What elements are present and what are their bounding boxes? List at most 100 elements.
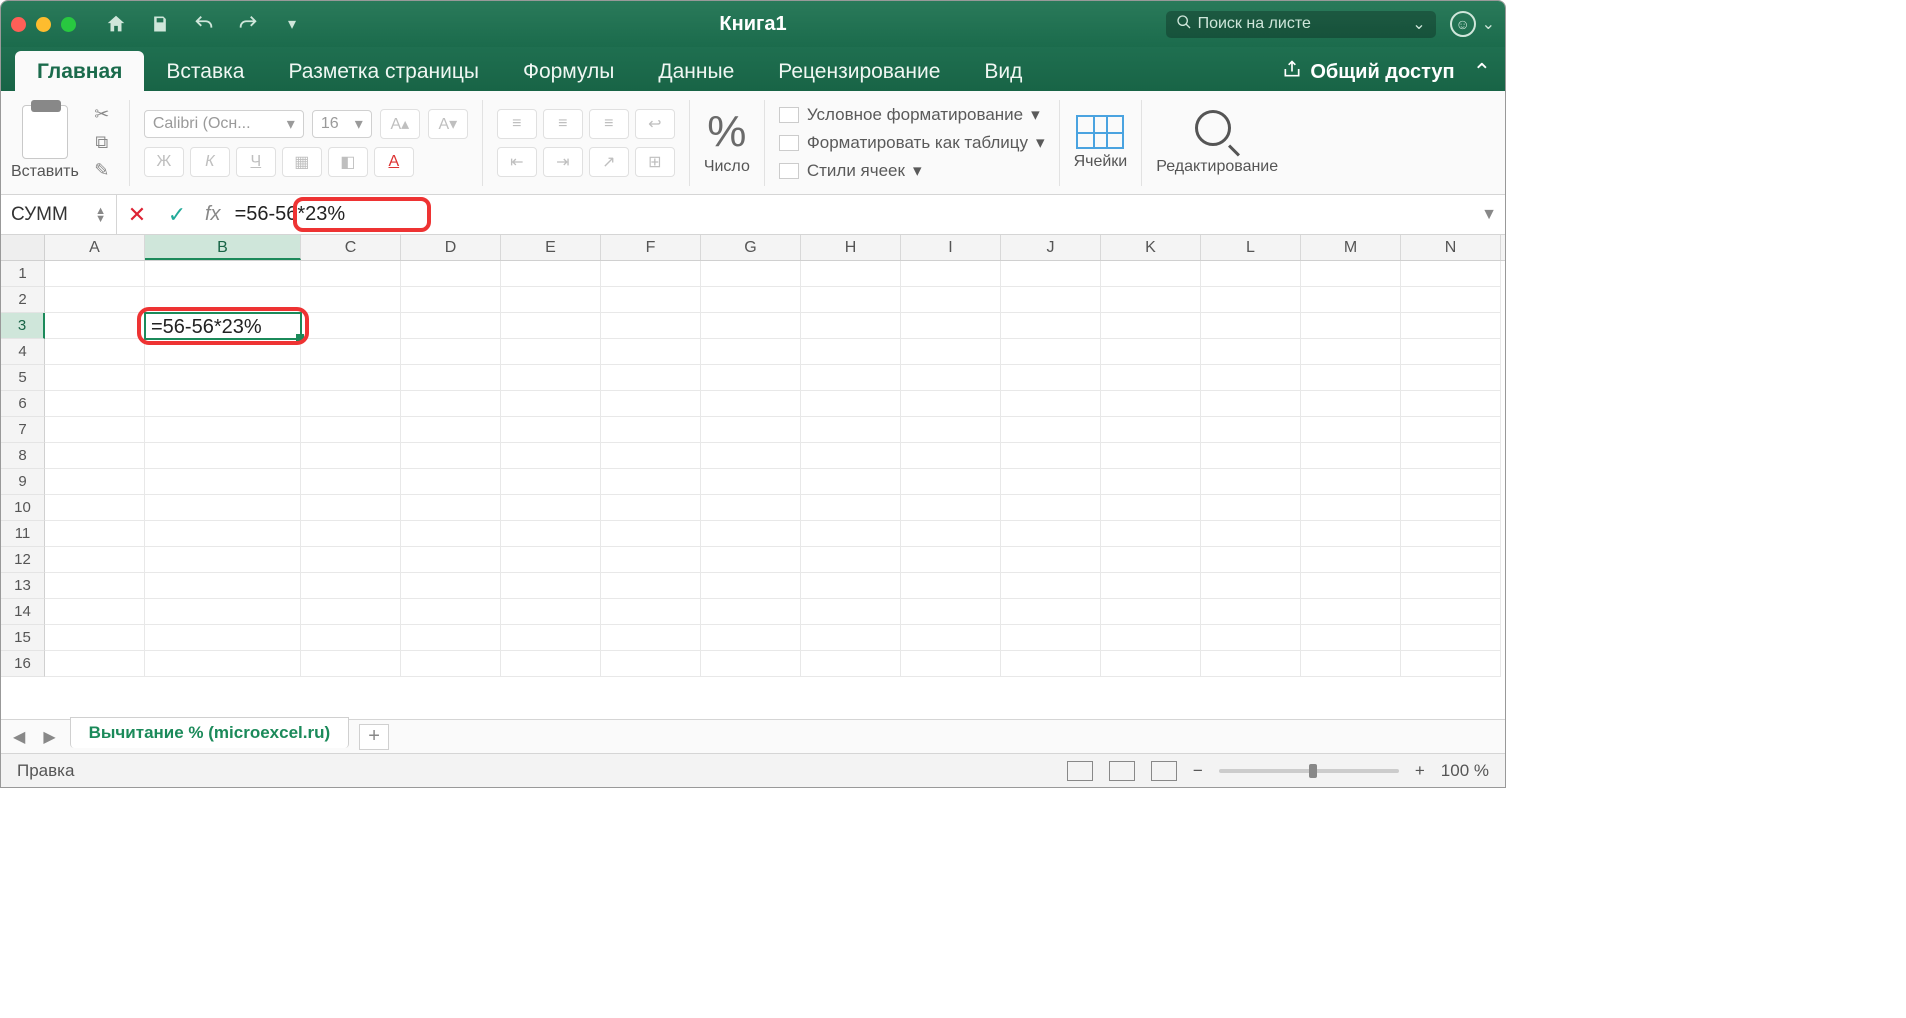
indent-increase-icon[interactable]: ⇥ bbox=[543, 147, 583, 177]
cell[interactable] bbox=[1401, 313, 1501, 339]
cell[interactable] bbox=[401, 651, 501, 677]
save-icon[interactable] bbox=[148, 12, 172, 36]
cell[interactable] bbox=[1001, 651, 1101, 677]
cell[interactable] bbox=[145, 547, 301, 573]
cell[interactable] bbox=[901, 443, 1001, 469]
cell[interactable] bbox=[1401, 417, 1501, 443]
cell[interactable] bbox=[801, 521, 901, 547]
cell[interactable] bbox=[1401, 625, 1501, 651]
cell[interactable] bbox=[145, 287, 301, 313]
cell[interactable] bbox=[401, 599, 501, 625]
cell[interactable] bbox=[1401, 391, 1501, 417]
cell[interactable] bbox=[1301, 443, 1401, 469]
cell[interactable] bbox=[801, 651, 901, 677]
cell[interactable] bbox=[1401, 261, 1501, 287]
cell[interactable] bbox=[145, 391, 301, 417]
cell[interactable] bbox=[601, 287, 701, 313]
formula-input[interactable]: =56-56*23% bbox=[229, 203, 346, 226]
spinner-icon[interactable]: ▲▼ bbox=[95, 207, 106, 223]
cell[interactable] bbox=[901, 339, 1001, 365]
cell[interactable] bbox=[45, 573, 145, 599]
cell[interactable] bbox=[401, 521, 501, 547]
cell[interactable] bbox=[1101, 469, 1201, 495]
cell[interactable] bbox=[1201, 417, 1301, 443]
cell[interactable] bbox=[701, 339, 801, 365]
cell[interactable] bbox=[901, 469, 1001, 495]
cell[interactable] bbox=[901, 521, 1001, 547]
cell[interactable] bbox=[701, 443, 801, 469]
cell[interactable] bbox=[901, 495, 1001, 521]
cell[interactable] bbox=[1001, 313, 1101, 339]
cell[interactable] bbox=[501, 547, 601, 573]
cell[interactable] bbox=[901, 391, 1001, 417]
cell[interactable] bbox=[1101, 391, 1201, 417]
cell[interactable] bbox=[701, 599, 801, 625]
cell[interactable] bbox=[45, 417, 145, 443]
cell[interactable] bbox=[1101, 651, 1201, 677]
cell[interactable] bbox=[601, 599, 701, 625]
cell[interactable] bbox=[1401, 443, 1501, 469]
row-header[interactable]: 4 bbox=[1, 339, 45, 365]
collapse-ribbon-icon[interactable]: ⌃ bbox=[1473, 59, 1491, 85]
redo-icon[interactable] bbox=[236, 12, 260, 36]
cell[interactable] bbox=[1001, 599, 1101, 625]
cell[interactable] bbox=[501, 339, 601, 365]
cell[interactable] bbox=[501, 287, 601, 313]
cell[interactable] bbox=[145, 417, 301, 443]
page-break-view-icon[interactable] bbox=[1151, 761, 1177, 781]
cell[interactable] bbox=[901, 261, 1001, 287]
cell[interactable] bbox=[1301, 651, 1401, 677]
cell[interactable] bbox=[801, 495, 901, 521]
undo-icon[interactable] bbox=[192, 12, 216, 36]
cell[interactable] bbox=[601, 313, 701, 339]
cell[interactable] bbox=[145, 599, 301, 625]
cell[interactable] bbox=[601, 417, 701, 443]
tab-insert[interactable]: Вставка bbox=[144, 51, 266, 91]
merge-icon[interactable]: ⊞ bbox=[635, 147, 675, 177]
cell[interactable] bbox=[701, 625, 801, 651]
cell[interactable] bbox=[401, 417, 501, 443]
cell[interactable] bbox=[1301, 599, 1401, 625]
cell[interactable] bbox=[701, 521, 801, 547]
cell[interactable] bbox=[301, 261, 401, 287]
cells-button[interactable]: Ячейки bbox=[1074, 115, 1128, 171]
number-format-button[interactable]: % Число bbox=[704, 110, 750, 176]
cell[interactable] bbox=[1301, 313, 1401, 339]
row-header[interactable]: 15 bbox=[1, 625, 45, 651]
cell[interactable] bbox=[801, 313, 901, 339]
decrease-font-icon[interactable]: A▾ bbox=[428, 109, 468, 139]
cell[interactable] bbox=[1401, 521, 1501, 547]
home-icon[interactable] bbox=[104, 12, 128, 36]
font-name-select[interactable]: Calibri (Осн...▾ bbox=[144, 110, 304, 138]
cell[interactable] bbox=[801, 261, 901, 287]
cell[interactable] bbox=[901, 313, 1001, 339]
cell[interactable] bbox=[801, 469, 901, 495]
increase-font-icon[interactable]: A▴ bbox=[380, 109, 420, 139]
cell[interactable] bbox=[1101, 417, 1201, 443]
cell[interactable] bbox=[1301, 495, 1401, 521]
cell[interactable] bbox=[1201, 261, 1301, 287]
cell[interactable] bbox=[1001, 625, 1101, 651]
zoom-in-button[interactable]: + bbox=[1415, 761, 1425, 781]
cell[interactable] bbox=[701, 391, 801, 417]
cell-styles-button[interactable]: Стили ячеек ▾ bbox=[779, 159, 1045, 183]
cell[interactable] bbox=[145, 469, 301, 495]
cell[interactable] bbox=[501, 625, 601, 651]
cell[interactable] bbox=[1201, 547, 1301, 573]
font-size-select[interactable]: 16▾ bbox=[312, 110, 372, 138]
copy-icon[interactable]: ⧉ bbox=[89, 132, 115, 154]
cell[interactable] bbox=[1401, 365, 1501, 391]
cell[interactable] bbox=[901, 365, 1001, 391]
cell[interactable] bbox=[501, 365, 601, 391]
zoom-out-button[interactable]: − bbox=[1193, 761, 1203, 781]
bold-button[interactable]: Ж bbox=[144, 147, 184, 177]
cell[interactable] bbox=[145, 339, 301, 365]
cell[interactable] bbox=[701, 417, 801, 443]
align-bottom-icon[interactable]: ≡ bbox=[589, 109, 629, 139]
cell[interactable] bbox=[401, 573, 501, 599]
grid-body[interactable]: =56-56*23% 12345678910111213141516 bbox=[1, 261, 1505, 719]
fx-icon[interactable]: fx bbox=[197, 203, 229, 226]
cell[interactable] bbox=[601, 521, 701, 547]
borders-icon[interactable]: ▦ bbox=[282, 147, 322, 177]
cell[interactable] bbox=[1201, 469, 1301, 495]
